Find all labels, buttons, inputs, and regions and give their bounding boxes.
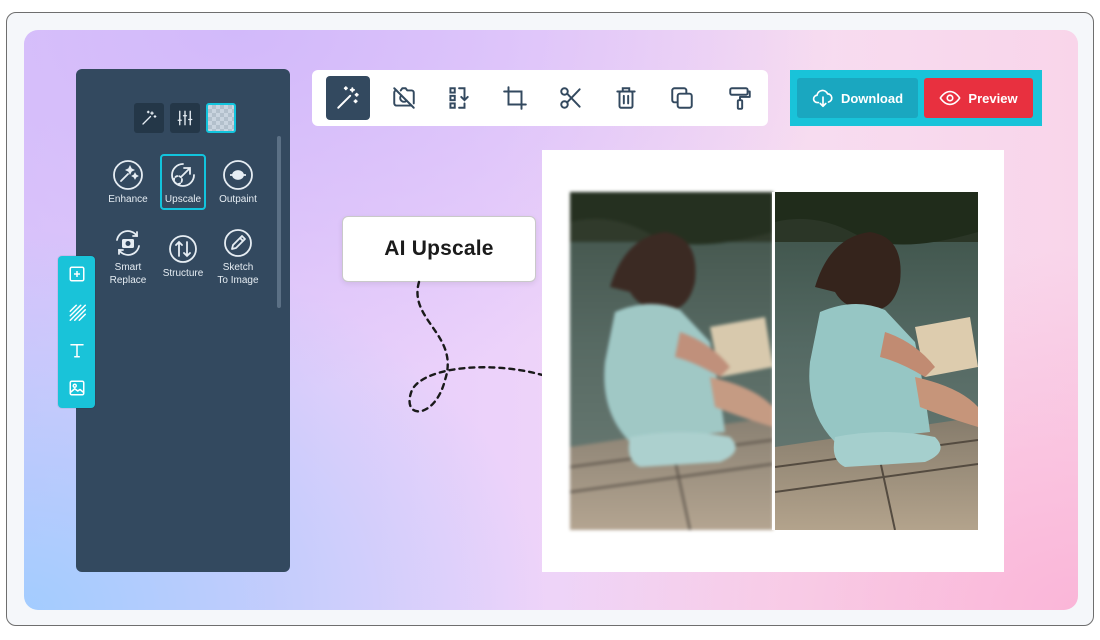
preview-label: Preview (968, 90, 1018, 106)
sliders-icon (177, 110, 193, 126)
tool-smart-replace-label: Smart Replace (109, 262, 147, 286)
eye-icon (939, 90, 961, 106)
comparison-divider[interactable] (772, 192, 775, 530)
toolbar-resize-button[interactable] (436, 76, 480, 120)
strip-pattern-button[interactable] (66, 301, 88, 323)
pencil-icon (224, 229, 252, 257)
callout-text: AI Upscale (384, 237, 494, 260)
tool-structure-label: Structure (162, 268, 204, 279)
side-strip (58, 256, 95, 408)
strip-image-button[interactable] (66, 377, 88, 399)
top-toolbar (312, 70, 768, 126)
enhance-sparkle-icon (113, 160, 143, 190)
tool-enhance[interactable]: Enhance (107, 158, 149, 206)
photo-woman-reading-after (775, 192, 978, 530)
toolbar-paint-button[interactable] (718, 76, 762, 120)
tool-structure[interactable]: Structure (160, 232, 206, 280)
ai-upscale-callout: AI Upscale (342, 216, 536, 282)
image-icon (69, 380, 85, 396)
panel-scrollbar[interactable] (277, 136, 281, 308)
tool-smart-replace[interactable]: Smart Replace (106, 226, 150, 287)
photo-before (570, 192, 773, 530)
text-icon (70, 344, 84, 358)
tool-outpaint[interactable]: Outpaint (216, 158, 260, 206)
tool-sketch-to-image[interactable]: Sketch To Image (214, 226, 262, 287)
tool-sketch-to-image-label: Sketch To Image (217, 262, 259, 286)
crop-icon (503, 86, 527, 110)
paint-roller-icon (729, 87, 751, 110)
tool-panel (76, 69, 290, 572)
tool-enhance-label: Enhance (108, 194, 148, 205)
download-button[interactable]: Download (797, 78, 918, 118)
panel-tab-background[interactable] (206, 103, 236, 133)
strip-text-button[interactable] (66, 339, 88, 361)
tool-upscale[interactable]: Upscale (160, 154, 206, 210)
toolbar-crop-button[interactable] (493, 76, 537, 120)
photo-after (775, 192, 978, 530)
panel-tab-adjust[interactable] (170, 103, 200, 133)
upscale-arrow-icon (171, 163, 195, 187)
toolbar-duplicate-button[interactable] (660, 76, 704, 120)
download-label: Download (840, 90, 904, 106)
strip-add-button[interactable] (66, 263, 88, 285)
toolbar-cut-button[interactable] (549, 76, 593, 120)
resize-icon (449, 87, 469, 109)
photo-woman-reading-before (570, 192, 773, 530)
cloud-download-icon (812, 89, 833, 108)
toolbar-delete-button[interactable] (604, 76, 648, 120)
action-group: Download Preview (790, 70, 1042, 126)
preview-button[interactable]: Preview (924, 78, 1033, 118)
toolbar-remove-bg-button[interactable] (382, 76, 426, 120)
outpaint-icon (223, 160, 253, 190)
trash-icon (616, 87, 636, 109)
scissors-icon (560, 87, 581, 109)
duplicate-icon (671, 87, 693, 109)
camera-replace-icon (116, 230, 140, 256)
structure-icon (169, 235, 197, 263)
add-square-icon (69, 266, 85, 282)
magic-wand-icon (142, 110, 157, 125)
tool-outpaint-label: Outpaint (219, 194, 257, 205)
pattern-icon (69, 304, 86, 321)
tool-upscale-label: Upscale (164, 194, 202, 205)
no-camera-icon (393, 87, 415, 109)
toolbar-magic-button[interactable] (326, 76, 370, 120)
panel-tab-magic[interactable] (134, 103, 164, 133)
magic-wand-icon (337, 86, 359, 109)
